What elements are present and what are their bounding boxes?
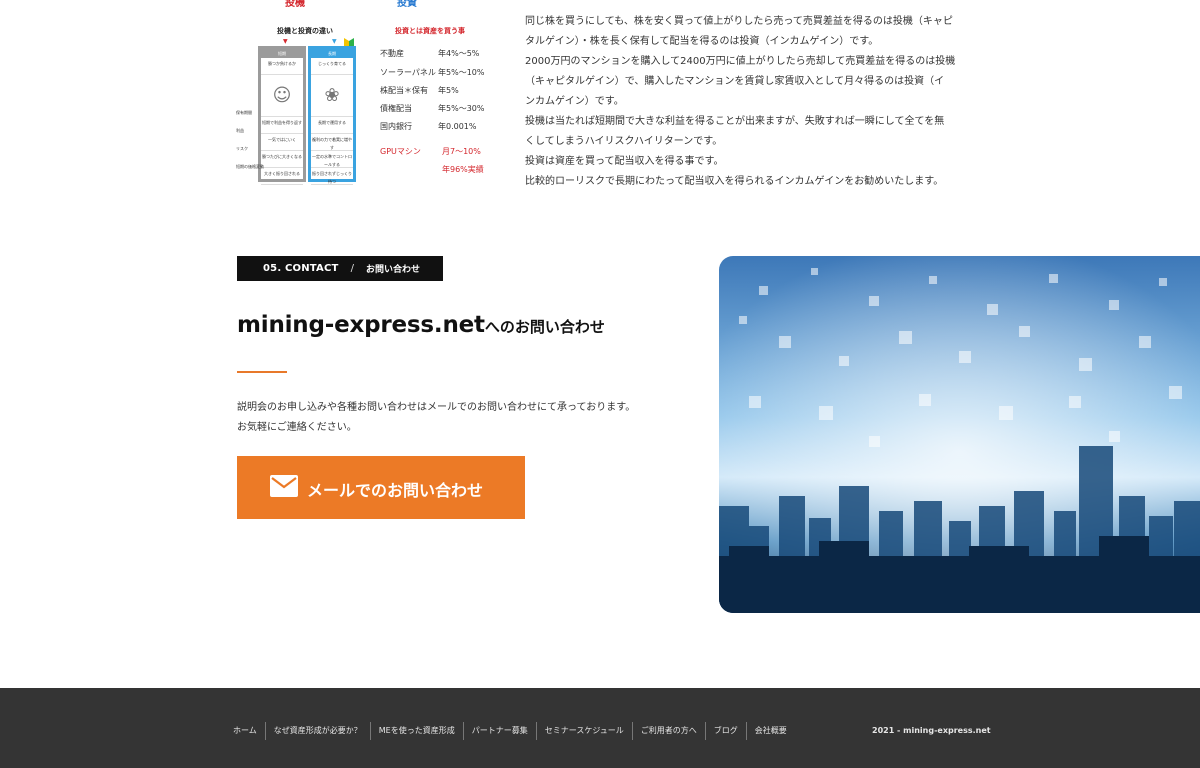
invest-vs-speculate-infographic: 投機 投資 投機と投資の違い 投資とは資産を買う事 ▼ ▼ 短期 勝つか負けるか… [234,0,500,190]
comparison-cell: 一気ではにいく [261,134,303,151]
contact-heading: mining-express.netへのお問い合わせ [237,310,605,338]
paragraph-line: くしてしまうハイリスクハイリターンです。 [525,136,723,147]
paragraph-line: ンカムゲイン）です。 [525,96,624,107]
footer-link-company[interactable]: 会社概要 [745,722,795,740]
investment-explanation: 同じ株を買うにしても、株を安く買って値上がりしたら売って売買差益を得るのは投機（… [525,12,973,192]
comparison-cell: 勝つたびに大きくなる [261,151,303,168]
contact-heading-domain: mining-express.net [237,312,485,338]
comparison-cell: 勝つか負けるか [261,58,303,75]
paragraph-line: 投機は当たれば短期間で大きな利益を得ることが出来ますが、失敗すれば一瞬にして全て… [525,116,945,127]
row-label: リスク [236,146,248,151]
footer-link-home[interactable]: ホーム [230,722,265,740]
speculation-column-head: 短期 [261,49,303,58]
investment-column: 長期 じっくり育てる ❀ 長期で運用する 複利の力で着実に増やす 一定の水準でコ… [308,46,356,185]
row-label: 利益 [236,128,244,133]
yield-asset: 国内銀行 [380,122,412,131]
mail-contact-button-label: メールでのお問い合わせ [307,481,484,500]
footer-link-me-asset-building[interactable]: MEを使った資産形成 [369,722,463,740]
people-illustration-icon: ☺ [261,75,303,117]
comparison-cell: 長期で運用する [311,117,353,134]
site-footer: ホーム なぜ資産形成が必要か？ MEを使った資産形成 パートナー募集 セミナース… [0,688,1200,768]
section-badge: 05. CONTACT / お問い合わせ [237,256,443,281]
footer-link-blog[interactable]: ブログ [704,722,746,740]
footer-link-for-users[interactable]: ご利用者の方へ [631,722,705,740]
yield-rate: 年0.001% [438,122,477,131]
paragraph-line: 同じ株を買うにしても、株を安く買って値上がりしたら売って売買差益を得るのは投機（… [525,16,953,27]
infographic-yield-subtitle: 投資とは資産を買う事 [395,27,465,35]
comparison-cell: 振り回されずじっくり待つ [311,168,353,185]
comparison-cell: 一定の水準でコントロールする [311,151,353,168]
investment-column-head: 長期 [311,49,353,58]
city-skyline-illustration [719,256,1200,613]
yield-asset: GPUマシン [380,147,421,156]
paragraph-line: 2000万円のマンションを購入して2400万円に値上がりしたら売却して売買差益を… [525,56,956,67]
footer-link-partner-recruitment[interactable]: パートナー募集 [462,722,536,740]
gpu-yield-note: 年96%実績 [442,165,484,174]
comparison-cell: 短期で利益を得り返す [261,117,303,134]
plant-illustration-icon: ❀ [311,75,353,117]
comparison-cell: 複利の力で着実に増やす [311,134,353,151]
paragraph-line: 投資は資産を買って配当収入を得る事です。 [525,156,724,167]
contact-heading-suffix: へのお問い合わせ [484,318,605,336]
comparison-cell: じっくり育てる [311,58,353,75]
footer-navigation: ホーム なぜ資産形成が必要か？ MEを使った資産形成 パートナー募集 セミナース… [230,722,795,740]
yield-rate: 年5% [438,86,459,95]
yield-rate: 年4%〜5% [438,49,480,58]
yield-asset: 株配当＊保有 [380,86,428,95]
section-number-label: 05. CONTACT [263,263,339,274]
infographic-investment-title: 投資 [397,0,417,9]
city-digital-image [719,256,1200,613]
copyright-text: 2021 - mining-express.net [872,726,991,735]
down-arrow-icon: ▼ [332,38,337,45]
row-label: 短期の価格変動 [236,164,264,169]
contact-description-line: お気軽にご連絡ください。 [237,422,357,433]
yield-rate: 月7〜10% [442,147,481,156]
paragraph-line: 比較的ローリスクで長期にわたって配当収入を得られるインカムゲインをお勧めいたしま… [525,176,944,187]
yield-asset: 債権配当 [380,104,412,113]
section-japanese-label: お問い合わせ [365,265,420,275]
envelope-icon [270,475,298,497]
speculation-column: 短期 勝つか負けるか ☺ 短期で利益を得り返す 一気ではにいく 勝つたびに大きく… [258,46,306,185]
paragraph-line: （キャピタルゲイン）で、購入したマンションを賃貸し家賃収入として月々得るのは投資… [525,76,945,87]
heading-divider [237,371,287,373]
infographic-compare-subtitle: 投機と投資の違い [277,27,333,35]
yield-asset: ソーラーパネル [380,68,436,77]
badge-separator: / [350,263,354,274]
comparison-table: 短期 勝つか負けるか ☺ 短期で利益を得り返す 一気ではにいく 勝つたびに大きく… [258,46,356,185]
comparison-cell: 大きく振り回される [261,168,303,185]
footer-link-seminar-schedule[interactable]: セミナースケジュール [535,722,632,740]
yield-rate: 年5%〜30% [438,104,485,113]
down-arrow-icon: ▼ [283,38,288,45]
contact-description: 説明会のお申し込みや各種お問い合わせはメールでのお問い合わせにて承っております。… [237,398,635,438]
row-label: 保有期間 [236,110,252,115]
infographic-speculation-title: 投機 [285,0,305,9]
yield-rate: 年5%〜10% [438,68,485,77]
footer-link-why-asset-building[interactable]: なぜ資産形成が必要か？ [264,722,370,740]
contact-description-line: 説明会のお申し込みや各種お問い合わせはメールでのお問い合わせにて承っております。 [237,402,636,413]
mail-contact-button[interactable]: メールでのお問い合わせ [237,456,525,519]
paragraph-line: タルゲイン）・株を長く保有して配当を得るのは投資（インカムゲイン）です。 [525,36,879,47]
yield-asset: 不動産 [380,49,404,58]
